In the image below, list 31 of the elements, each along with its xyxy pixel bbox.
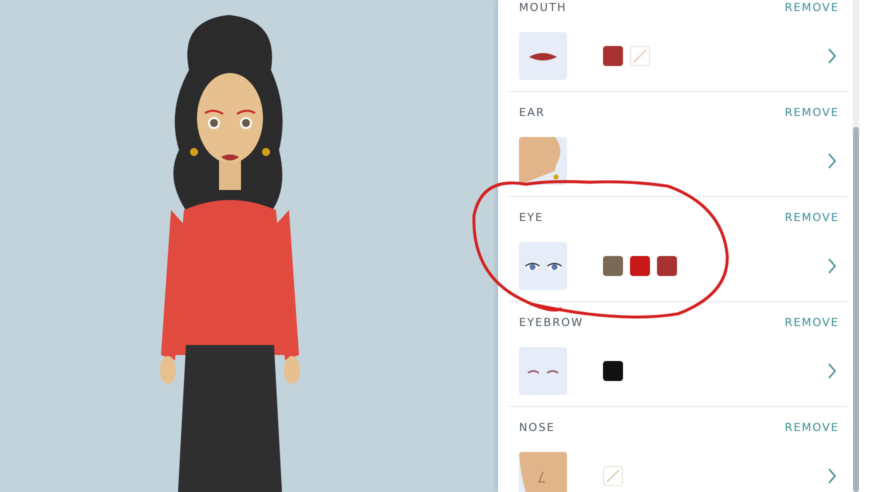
part-thumbnail[interactable] [519, 137, 567, 185]
section-title: NOSE [519, 420, 556, 434]
section-title: EYEBROW [519, 316, 584, 328]
chevron-right-icon[interactable] [827, 363, 837, 379]
eyes-icon [524, 260, 562, 272]
remove-button[interactable]: REMOVE [784, 210, 839, 224]
section-title: EAR [519, 106, 546, 118]
color-swatch[interactable] [603, 361, 623, 381]
color-swatch[interactable] [657, 256, 677, 276]
scrollbar-thumb[interactable] [853, 127, 859, 492]
remove-button[interactable]: REMOVE [784, 316, 839, 328]
chevron-right-icon[interactable] [827, 258, 837, 274]
color-swatch[interactable] [603, 46, 623, 66]
chevron-right-icon[interactable] [827, 153, 837, 169]
remove-button[interactable]: REMOVE [784, 106, 839, 118]
eyebrows-icon [527, 368, 559, 374]
section-title: MOUTH [519, 0, 567, 14]
part-thumbnail[interactable] [519, 242, 567, 290]
remove-button[interactable]: REMOVE [784, 0, 839, 14]
chevron-right-icon[interactable] [827, 468, 837, 484]
color-swatch[interactable] [630, 256, 650, 276]
color-swatch[interactable] [603, 256, 623, 276]
part-thumbnail[interactable] [519, 32, 567, 80]
no-color-swatch[interactable] [630, 46, 650, 66]
section-title: EYE [519, 210, 544, 224]
remove-button[interactable]: REMOVE [784, 420, 839, 434]
nose-icon [519, 452, 567, 492]
part-thumbnail[interactable] [519, 452, 567, 492]
no-color-swatch[interactable] [603, 466, 623, 486]
chevron-right-icon[interactable] [827, 48, 837, 64]
part-thumbnail[interactable] [519, 347, 567, 395]
